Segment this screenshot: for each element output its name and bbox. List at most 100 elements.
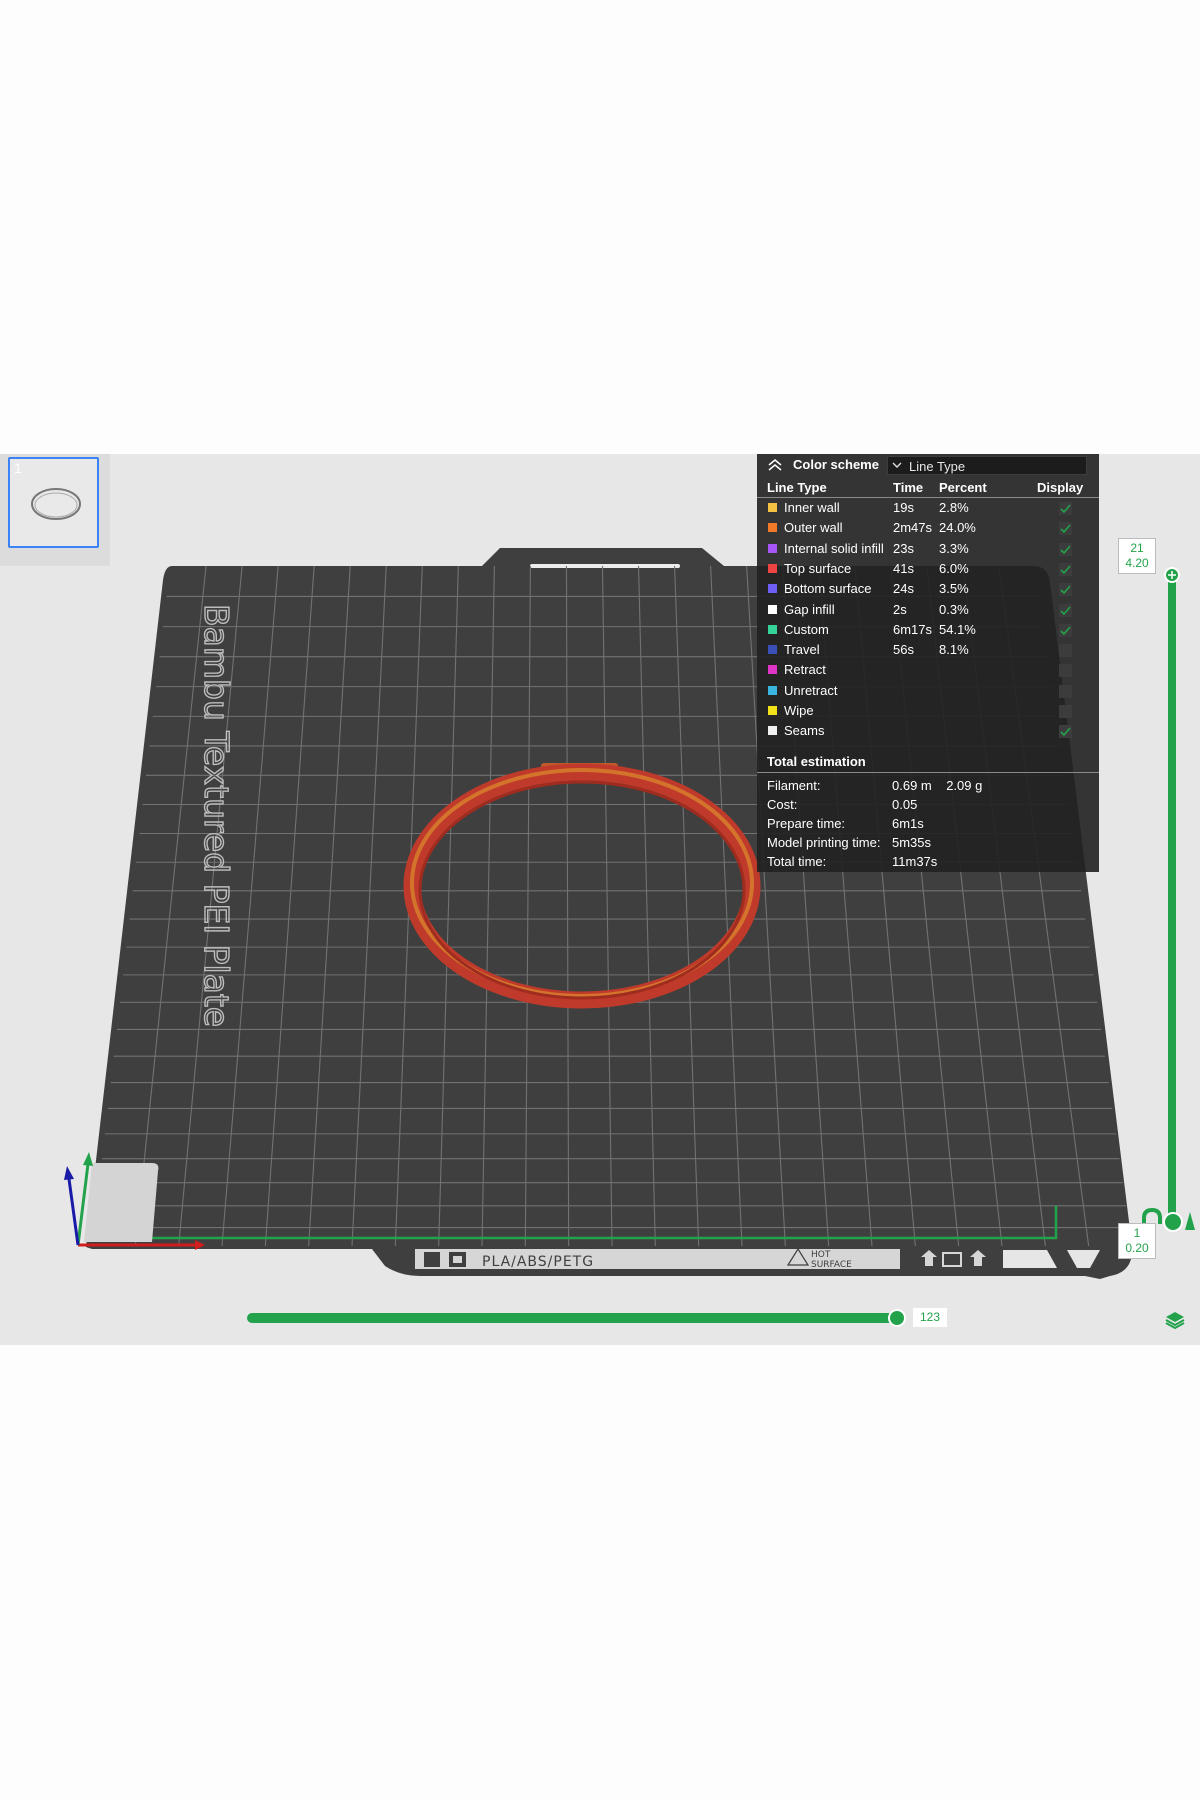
total-divider <box>757 772 1099 773</box>
move-slider-track[interactable] <box>247 1313 905 1323</box>
move-slider-value: 123 <box>913 1308 947 1327</box>
line-type-percent: 3.5% <box>939 581 969 597</box>
display-checkbox[interactable] <box>1059 562 1072 576</box>
estimation-label: Model printing time: <box>767 835 881 850</box>
estimation-value: 5m35s <box>892 835 932 850</box>
chevron-down-icon <box>892 462 902 468</box>
header-display: Display <box>1037 480 1084 495</box>
line-type-label: Gap infill <box>784 601 835 617</box>
display-checkbox[interactable] <box>1059 623 1072 637</box>
bottom-layer-label: 1 0.20 <box>1118 1223 1156 1259</box>
line-type-label: Top surface <box>784 560 852 576</box>
line-type-time: 6m17s <box>893 621 933 637</box>
display-checkbox[interactable] <box>1059 664 1072 678</box>
hot-surface-line1: HOT <box>811 1250 831 1260</box>
color-scheme-value: Line Type <box>909 459 966 474</box>
ring-thumbnail-icon <box>31 488 81 520</box>
color-scheme-dropdown[interactable]: Line Type <box>887 456 1087 475</box>
legend-row: Seams <box>757 721 1099 741</box>
line-type-label: Outer wall <box>784 520 843 536</box>
display-checkbox[interactable] <box>1059 542 1072 556</box>
color-swatch <box>768 503 777 512</box>
line-type-time: 24s <box>893 581 914 597</box>
top-layer-height: 4.20 <box>1125 556 1149 570</box>
plate-material-label: PLA/ABS/PETG <box>482 1254 594 1270</box>
legend-row: Gap infill 2s 0.3% <box>757 600 1099 620</box>
line-type-time: 19s <box>893 500 914 515</box>
check-icon <box>1060 727 1071 737</box>
line-type-time: 2m47s <box>893 520 933 536</box>
color-swatch <box>768 584 777 594</box>
line-type-time: 2s <box>893 601 907 617</box>
color-swatch <box>768 645 777 655</box>
legend-row: Unretract <box>757 681 1099 701</box>
plate-thumbnail[interactable]: 1 <box>8 457 99 548</box>
line-type-label: Travel <box>784 642 820 658</box>
line-type-label: Bottom surface <box>784 581 872 597</box>
check-icon <box>1060 545 1071 554</box>
line-type-percent: 2.8% <box>939 500 969 515</box>
origin-corner-pad <box>84 1163 159 1242</box>
preview-viewport[interactable]: Bambu Textured PEI Plate PLA/ABS/PETG HO… <box>0 454 1200 1345</box>
top-layer-number: 21 <box>1130 541 1144 555</box>
hot-surface-line2: SURFACE <box>811 1260 852 1270</box>
display-checkbox[interactable] <box>1059 705 1072 718</box>
z-axis <box>67 1178 80 1246</box>
header-percent: Percent <box>939 480 987 495</box>
color-swatch <box>768 665 777 675</box>
line-type-percent: 3.3% <box>939 540 969 556</box>
bottom-layer-height: 0.20 <box>1125 1241 1149 1255</box>
legend-row: Internal solid infill 23s 3.3% <box>757 539 1099 559</box>
color-scheme-title: Color scheme <box>793 457 879 472</box>
display-checkbox[interactable] <box>1059 725 1072 739</box>
legend-row: Top surface 41s 6.0% <box>757 559 1099 579</box>
color-swatch <box>768 604 777 614</box>
line-type-label: Custom <box>784 621 829 637</box>
plate-handle <box>530 564 680 568</box>
check-icon <box>1060 585 1071 595</box>
check-icon <box>1060 626 1071 635</box>
line-type-time: 23s <box>893 540 914 556</box>
estimation-value: 0.05 <box>892 797 918 812</box>
check-icon <box>1060 605 1071 615</box>
layer-slider-bottom-handle[interactable] <box>1163 1212 1183 1232</box>
line-type-time: 41s <box>893 560 914 576</box>
display-checkbox[interactable] <box>1059 603 1072 617</box>
line-type-percent: 24.0% <box>939 520 976 536</box>
line-type-percent: 54.1% <box>939 621 976 637</box>
display-checkbox[interactable] <box>1059 644 1072 658</box>
legend-row: Travel 56s 8.1% <box>757 640 1099 660</box>
line-type-label: Retract <box>784 662 826 678</box>
line-type-percent: 0.3% <box>939 601 969 617</box>
legend-row: Retract <box>757 660 1099 680</box>
estimation-value: 11m37s <box>892 854 938 869</box>
header-line-type: Line Type <box>767 480 827 495</box>
estimation-label: Prepare time: <box>767 816 846 831</box>
color-swatch <box>768 706 777 715</box>
layer-slider-track[interactable] <box>1168 574 1176 1222</box>
line-type-label: Unretract <box>784 682 838 698</box>
display-checkbox[interactable] <box>1059 684 1072 698</box>
line-type-percent: 8.1% <box>939 642 969 658</box>
display-checkbox[interactable] <box>1059 583 1072 597</box>
bottom-layer-number: 1 <box>1133 1226 1141 1240</box>
legend-row: Wipe <box>757 701 1099 721</box>
legend-row: Inner wall 19s 2.8% <box>757 498 1099 518</box>
display-checkbox[interactable] <box>1059 522 1072 536</box>
legend-row: Outer wall 2m47s 24.0% <box>757 518 1099 538</box>
legend-row: Custom 6m17s 54.1% <box>757 620 1099 640</box>
line-type-label: Seams <box>784 723 825 739</box>
color-swatch <box>768 543 777 553</box>
layers-icon[interactable] <box>1164 1309 1186 1331</box>
layer-slider-top-handle[interactable] <box>1164 567 1180 583</box>
move-slider-handle[interactable] <box>888 1309 906 1327</box>
collapse-chevron-icon[interactable] <box>767 457 783 471</box>
line-type-percent: 6.0% <box>939 560 969 576</box>
line-type-label: Internal solid infill <box>784 540 884 556</box>
plate-thumbnail-panel: 1 <box>0 454 110 566</box>
estimation-label: Cost: <box>767 797 798 812</box>
legend-row: Bottom surface 24s 3.5% <box>757 579 1099 599</box>
top-layer-label: 21 4.20 <box>1118 538 1156 574</box>
display-checkbox[interactable] <box>1059 502 1072 515</box>
color-swatch <box>768 563 777 573</box>
